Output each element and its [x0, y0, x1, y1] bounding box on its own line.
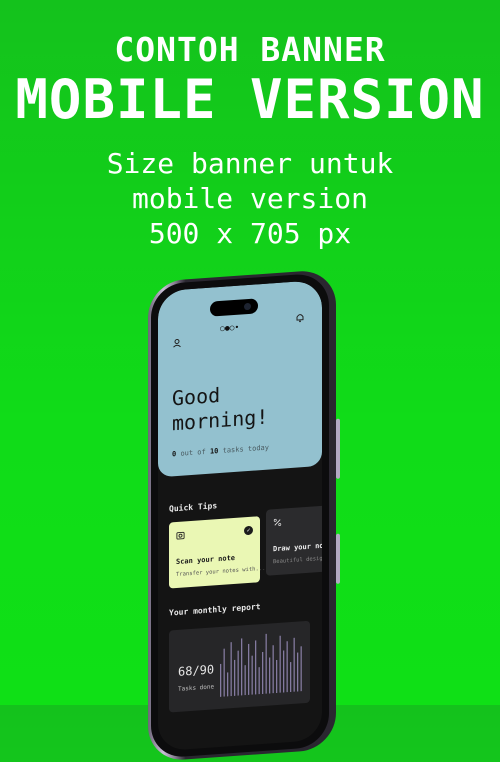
- status-indicator-icon: ○●○•: [220, 322, 240, 333]
- phone-volume-button: [336, 533, 340, 584]
- bell-icon[interactable]: [295, 312, 305, 323]
- report-bar: [290, 661, 292, 693]
- banner-title-line2: MOBILE VERSION: [15, 68, 485, 131]
- report-bar: [272, 645, 274, 694]
- banner-subtitle-line2: mobile version: [131, 182, 368, 215]
- report-bar: [230, 642, 232, 697]
- monthly-report-heading: Your monthly report: [169, 602, 261, 618]
- tip-card-scan[interactable]: ✓ Scan your note Transfer your notes wit…: [169, 516, 265, 589]
- banner-title-line1: CONTOH BANNER: [114, 30, 386, 69]
- banner-subtitle-line1: Size banner untuk: [106, 147, 394, 180]
- report-bar: [300, 646, 302, 692]
- phone-side-button: [336, 418, 340, 479]
- tip-card-scan-title: Scan your note: [176, 553, 236, 567]
- report-bar: [241, 638, 243, 696]
- tip-card-draw-title: Draw your note: [273, 541, 322, 554]
- report-bar: [276, 659, 278, 694]
- report-bar-chart: [220, 633, 302, 697]
- phone-screen: ○●○• Good morning! 0 out of 10 tasks tod…: [158, 279, 322, 752]
- scan-icon: [176, 531, 185, 540]
- user-icon[interactable]: [172, 338, 182, 349]
- phone-mockup: ○●○• Good morning! 0 out of 10 tasks tod…: [148, 268, 340, 762]
- report-bar: [265, 633, 267, 694]
- report-caption: Tasks done: [178, 683, 215, 693]
- report-bar: [286, 641, 288, 693]
- tip-card-draw-text: Beautiful design: [273, 555, 322, 566]
- tasks-mid-text: out of: [180, 447, 206, 458]
- dynamic-island: [210, 298, 258, 317]
- report-score: 68/90: [178, 662, 215, 679]
- report-bar: [262, 651, 264, 695]
- report-bar: [293, 637, 295, 692]
- report-bar: [255, 640, 257, 695]
- tasks-summary: 0 out of 10 tasks today: [172, 444, 269, 459]
- quick-tips-heading: Quick Tips: [169, 501, 218, 514]
- report-bar: [220, 663, 222, 697]
- report-bar: [248, 643, 250, 696]
- tip-card-scan-text: Transfer your notes with...: [176, 565, 266, 579]
- report-bar: [251, 655, 253, 695]
- banner-subtitle-line3: 500 x 705 px: [148, 217, 352, 250]
- report-bar: [234, 659, 236, 696]
- report-bar: [279, 635, 281, 693]
- pen-icon: [273, 518, 282, 526]
- camera-icon: [244, 302, 251, 311]
- greeting-line2: morning!: [172, 404, 269, 436]
- report-bar: [237, 650, 239, 696]
- check-icon: ✓: [244, 525, 253, 536]
- report-bar: [269, 657, 271, 694]
- report-bar: [297, 652, 299, 692]
- greeting-text: Good morning!: [172, 380, 268, 437]
- tasks-total-count: 10: [209, 447, 219, 456]
- report-bar: [283, 650, 285, 693]
- tasks-suffix-text: tasks today: [222, 443, 269, 455]
- phone-bezel: ○●○• Good morning! 0 out of 10 tasks tod…: [151, 272, 329, 759]
- report-bar: [227, 672, 229, 697]
- report-bar: [258, 667, 260, 695]
- report-bar: [244, 665, 246, 696]
- greeting-panel: ○●○• Good morning! 0 out of 10 tasks tod…: [158, 279, 322, 478]
- monthly-report-card[interactable]: 68/90 Tasks done: [169, 620, 310, 713]
- tasks-done-count: 0: [172, 450, 177, 459]
- report-bar: [223, 648, 225, 697]
- tip-card-draw[interactable]: Draw your note Beautiful design: [266, 505, 322, 576]
